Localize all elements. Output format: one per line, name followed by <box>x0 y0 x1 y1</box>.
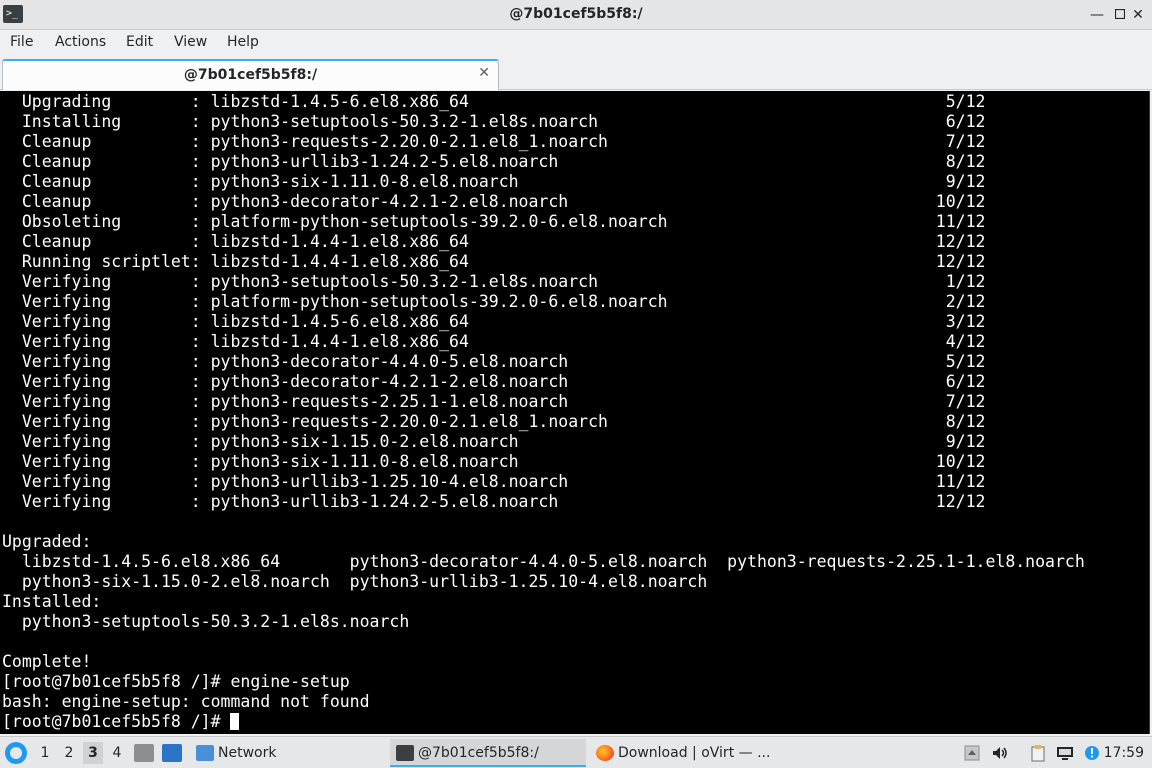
terminal-line: Verifying : python3-requests-2.20.0-2.1.… <box>2 412 986 431</box>
terminal-line: Cleanup : python3-decorator-4.2.1-2.el8.… <box>2 192 986 211</box>
terminal-line: Verifying : python3-setuptools-50.3.2-1.… <box>2 272 986 291</box>
task-terminal[interactable]: @7b01cef5b5f8:/ <box>390 739 586 767</box>
terminal-line: Upgraded: <box>2 532 92 551</box>
display-icon[interactable] <box>1056 744 1074 762</box>
title-bar: >_ @7b01cef5b5f8:/ — ✕ <box>0 0 1152 30</box>
folder-icon <box>196 745 214 761</box>
terminal-line: bash: engine-setup: command not found <box>2 692 370 711</box>
file-manager-launcher-icon[interactable] <box>134 744 154 762</box>
menu-actions[interactable]: Actions <box>55 34 106 50</box>
workspace-2[interactable]: 2 <box>59 742 79 764</box>
terminal-line: Verifying : libzstd-1.4.5-6.el8.x86_64 3… <box>2 312 986 331</box>
terminal-line: libzstd-1.4.5-6.el8.x86_64 python3-decor… <box>2 552 1085 571</box>
terminal-prompt-line[interactable]: [root@7b01cef5b5f8 /]# <box>2 712 1085 732</box>
taskbar: 1 2 3 4 Network @7b01cef5b5f8:/ Download… <box>0 736 1152 768</box>
firefox-icon <box>596 745 614 761</box>
volume-icon[interactable] <box>991 744 1009 762</box>
restore-icon[interactable] <box>1110 5 1130 25</box>
terminal-lines: Upgrading : libzstd-1.4.5-6.el8.x86_64 5… <box>2 92 1085 732</box>
terminal-line: Verifying : libzstd-1.4.4-1.el8.x86_64 4… <box>2 332 986 351</box>
clock[interactable]: 17:59 <box>1104 737 1144 768</box>
terminal-line: Verifying : python3-requests-2.25.1-1.el… <box>2 392 986 411</box>
terminal-line: Verifying : python3-decorator-4.2.1-2.el… <box>2 372 986 391</box>
tab-terminal[interactable]: @7b01cef5b5f8:/ ✕ <box>2 59 499 90</box>
task-terminal-label: @7b01cef5b5f8:/ <box>418 745 539 761</box>
terminal-line: Cleanup : python3-requests-2.20.0-2.1.el… <box>2 132 986 151</box>
task-network-label: Network <box>218 745 277 761</box>
menu-help[interactable]: Help <box>227 34 259 50</box>
terminal-line: Verifying : python3-decorator-4.4.0-5.el… <box>2 352 986 371</box>
terminal-line: Obsoleting : platform-python-setuptools-… <box>2 212 986 231</box>
terminal-line: python3-six-1.15.0-2.el8.noarch python3-… <box>2 572 708 591</box>
tray-arrow-icon[interactable] <box>963 744 981 762</box>
workspace-4[interactable]: 4 <box>107 742 127 764</box>
terminal-icon <box>396 745 414 761</box>
task-firefox-label: Download | oVirt — ... <box>618 745 771 761</box>
close-icon[interactable]: ✕ <box>1128 5 1148 25</box>
window-title: @7b01cef5b5f8:/ <box>509 6 643 22</box>
tab-bar: @7b01cef5b5f8:/ ✕ <box>0 56 1152 90</box>
menu-view[interactable]: View <box>174 34 207 50</box>
terminal-prompt: [root@7b01cef5b5f8 /]# <box>2 712 231 731</box>
terminal-cursor <box>230 713 240 730</box>
menu-file[interactable]: File <box>10 34 33 50</box>
minimize-icon[interactable]: — <box>1087 5 1107 25</box>
terminal-line: Verifying : platform-python-setuptools-3… <box>2 292 986 311</box>
clipboard-icon[interactable] <box>1029 744 1047 762</box>
terminal-line: Cleanup : libzstd-1.4.4-1.el8.x86_64 12/… <box>2 232 986 251</box>
menu-bar: File Actions Edit View Help <box>0 30 1152 56</box>
start-menu-icon[interactable] <box>5 742 27 764</box>
tab-label: @7b01cef5b5f8:/ <box>183 67 318 83</box>
terminal-line: Verifying : python3-urllib3-1.25.10-4.el… <box>2 472 986 491</box>
terminal-line: [root@7b01cef5b5f8 /]# engine-setup <box>2 672 350 691</box>
terminal-line: Upgrading : libzstd-1.4.5-6.el8.x86_64 5… <box>2 92 986 111</box>
terminal-output[interactable]: Upgrading : libzstd-1.4.5-6.el8.x86_64 5… <box>0 91 1150 734</box>
terminal-line: Verifying : python3-six-1.15.0-2.el8.noa… <box>2 432 986 451</box>
show-desktop-icon[interactable] <box>162 744 182 762</box>
terminal-line: Installed: <box>2 592 102 611</box>
task-firefox[interactable]: Download | oVirt — ... <box>590 739 786 767</box>
tab-close-icon[interactable]: ✕ <box>478 65 490 81</box>
terminal-line: Verifying : python3-urllib3-1.24.2-5.el8… <box>2 492 986 511</box>
task-network[interactable]: Network <box>190 739 386 767</box>
terminal-line: python3-setuptools-50.3.2-1.el8s.noarch <box>2 612 410 631</box>
terminal-line: Installing : python3-setuptools-50.3.2-1… <box>2 112 986 131</box>
menu-edit[interactable]: Edit <box>126 34 153 50</box>
info-icon[interactable] <box>1083 744 1101 762</box>
terminal-line: Verifying : python3-six-1.11.0-8.el8.noa… <box>2 452 986 471</box>
terminal-line: Running scriptlet: libzstd-1.4.4-1.el8.x… <box>2 252 986 271</box>
workspace-1[interactable]: 1 <box>35 742 55 764</box>
terminal-line: Cleanup : python3-urllib3-1.24.2-5.el8.n… <box>2 152 986 171</box>
terminal-line: Cleanup : python3-six-1.11.0-8.el8.noarc… <box>2 172 986 191</box>
terminal-line: Complete! <box>2 652 92 671</box>
workspace-3[interactable]: 3 <box>83 742 103 764</box>
